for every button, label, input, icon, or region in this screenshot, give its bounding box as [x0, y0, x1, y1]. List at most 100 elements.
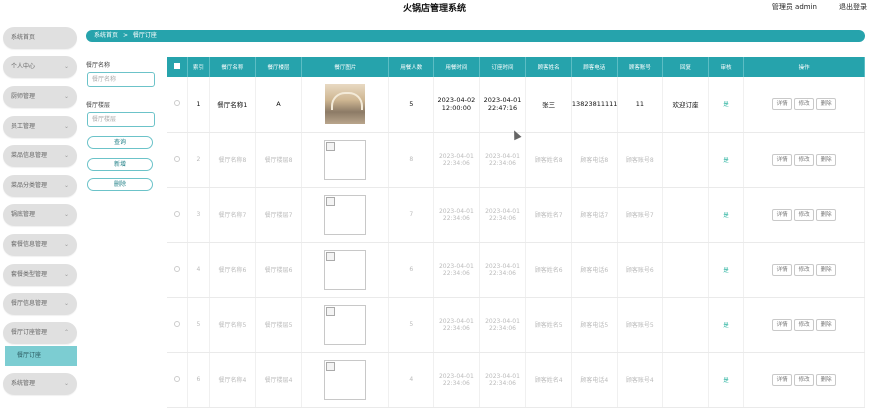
cell-customer-phone: 13823811111 [571, 77, 618, 133]
sidebar-item-set-meal[interactable]: 套餐信息管理 ⌄ [3, 234, 77, 256]
cell-index: 2 [187, 132, 211, 188]
cell-name: 餐厅名称8 [209, 132, 256, 188]
sidebar-item-profile[interactable]: 个人中心 ⌄ [3, 56, 77, 78]
cell-name: 餐厅名称5 [209, 297, 256, 353]
broken-image-icon [324, 194, 367, 235]
checkbox-icon [173, 320, 180, 327]
delete-button[interactable]: 删除 [816, 263, 837, 276]
cell-book-time: 2023-04-01 22:34:06 [479, 187, 527, 243]
cell-name: 餐厅名称7 [209, 187, 256, 243]
chevron-down-icon: ⌄ [63, 63, 69, 70]
cell-actions: 详情 修改 删除 [743, 297, 865, 353]
cell-meal-time: 2023-04-01 22:34:06 [433, 132, 480, 188]
sidebar-item-label: 厨师管理 [11, 93, 36, 100]
restaurant-photo [325, 84, 366, 125]
cell-customer-name: 顾客姓名6 [525, 242, 572, 298]
edit-button[interactable]: 修改 [794, 208, 815, 221]
cell-people: 5 [388, 77, 435, 133]
breadcrumb-home[interactable]: 系统首页 [94, 32, 118, 39]
cell-image [301, 242, 390, 298]
row-checkbox[interactable] [167, 187, 188, 243]
edit-button[interactable]: 修改 [794, 98, 815, 111]
select-all-checkbox[interactable] [167, 57, 188, 77]
sidebar: 系统首页 个人中心 ⌄ 厨师管理 ⌄ 员工管理 ⌄ 菜品信息管理 ⌄ 菜品分类管理 ⌄ 锅… [0, 20, 80, 412]
table-header-row: 索引 餐厅名称 餐厅楼层 餐厅图片 用餐人数 用餐时间 订座时间 顾客姓名 顾客… [167, 57, 865, 77]
sidebar-item-label: 系统首页 [11, 34, 36, 41]
sidebar-item-label: 个人中心 [11, 63, 36, 70]
detail-button[interactable]: 详情 [772, 373, 793, 386]
cell-status: 是 [708, 132, 745, 188]
sidebar-item-restaurant[interactable]: 餐厅信息管理 ⌄ [3, 293, 77, 315]
row-checkbox[interactable] [167, 297, 188, 353]
reservation-table: 索引 餐厅名称 餐厅楼层 餐厅图片 用餐人数 用餐时间 订座时间 顾客姓名 顾客… [167, 57, 865, 408]
chevron-down-icon: ⌄ [63, 380, 69, 387]
row-checkbox[interactable] [167, 242, 188, 298]
sidebar-subitem-reservation[interactable]: 餐厅订座 [5, 346, 77, 366]
table-row: 1 餐厅名称1 A 5 2023-04-02 12:00:00 2023-04-… [167, 77, 865, 133]
cell-people: 8 [388, 132, 435, 188]
row-checkbox[interactable] [167, 352, 188, 408]
column-header: 餐厅图片 [301, 57, 390, 77]
cell-index: 5 [187, 297, 211, 353]
sidebar-item-label: 餐厅订座管理 [11, 329, 48, 336]
sidebar-item-dish-category[interactable]: 菜品分类管理 ⌄ [3, 175, 77, 197]
edit-button[interactable]: 修改 [794, 318, 815, 331]
cell-status: 是 [708, 77, 745, 133]
sidebar-item-reservation[interactable]: 餐厅订座管理 ⌃ [3, 322, 77, 344]
search-button[interactable]: 查询 [87, 136, 153, 149]
sidebar-item-chef[interactable]: 厨师管理 ⌄ [3, 86, 77, 108]
delete-button[interactable]: 删除 [816, 153, 837, 166]
cell-image [301, 297, 390, 353]
cell-image [301, 132, 390, 188]
sidebar-item-staff[interactable]: 员工管理 ⌄ [3, 116, 77, 138]
sidebar-item-set-type[interactable]: 套餐类型管理 ⌄ [3, 264, 77, 286]
column-header: 操作 [743, 57, 865, 77]
sidebar-item-home[interactable]: 系统首页 [3, 27, 77, 49]
cell-meal-time: 2023-04-01 22:34:06 [433, 187, 480, 243]
cell-customer-phone: 顾客电话5 [571, 297, 618, 353]
top-bar: 火锅店管理系统 管理员 admin 退出登录 [0, 0, 869, 16]
batch-delete-button[interactable]: 删除 [87, 178, 153, 191]
sidebar-item-label: 锅底管理 [11, 211, 36, 218]
row-checkbox[interactable] [167, 77, 188, 133]
delete-button[interactable]: 删除 [816, 98, 837, 111]
floor-filter-input[interactable]: 餐厅楼层 [87, 112, 155, 127]
logout-link[interactable]: 退出登录 [839, 2, 867, 12]
cell-book-time: 2023-04-01 22:34:06 [479, 132, 527, 188]
edit-button[interactable]: 修改 [794, 153, 815, 166]
chevron-down-icon: ⌄ [63, 211, 69, 218]
cell-customer-name: 顾客姓名5 [525, 297, 572, 353]
chevron-down-icon: ⌄ [63, 271, 69, 278]
edit-button[interactable]: 修改 [794, 263, 815, 276]
delete-button[interactable]: 删除 [816, 208, 837, 221]
detail-button[interactable]: 详情 [772, 208, 793, 221]
sidebar-item-soup-base[interactable]: 锅底管理 ⌄ [3, 204, 77, 226]
delete-button[interactable]: 删除 [816, 318, 837, 331]
sidebar-item-label: 菜品信息管理 [11, 152, 48, 159]
detail-button[interactable]: 详情 [772, 153, 793, 166]
sidebar-item-system[interactable]: 系统管理 ⌄ [3, 373, 77, 395]
sidebar-item-dishes[interactable]: 菜品信息管理 ⌄ [3, 145, 77, 167]
delete-button[interactable]: 删除 [816, 373, 837, 386]
detail-button[interactable]: 详情 [772, 263, 793, 276]
edit-button[interactable]: 修改 [794, 373, 815, 386]
row-checkbox[interactable] [167, 132, 188, 188]
cell-name: 餐厅名称4 [209, 352, 256, 408]
cell-customer-account: 顾客账号4 [617, 352, 664, 408]
checkbox-icon [173, 63, 180, 69]
cell-actions: 详情 修改 删除 [743, 132, 865, 188]
add-button[interactable]: 新增 [87, 158, 153, 171]
cell-image [301, 77, 390, 133]
detail-button[interactable]: 详情 [772, 318, 793, 331]
cell-floor: A [255, 77, 303, 133]
column-header: 顾客电话 [571, 57, 618, 77]
chevron-down-icon: ⌄ [63, 300, 69, 307]
sidebar-item-label: 餐厅信息管理 [11, 300, 48, 307]
cell-book-time: 2023-04-01 22:47:16 [479, 77, 527, 133]
column-header: 顾客账号 [617, 57, 664, 77]
cell-floor: 餐厅楼层7 [255, 187, 303, 243]
name-filter-input[interactable]: 餐厅名称 [87, 72, 155, 87]
cell-index: 1 [187, 77, 211, 133]
cell-status: 是 [708, 297, 745, 353]
detail-button[interactable]: 详情 [772, 98, 793, 111]
